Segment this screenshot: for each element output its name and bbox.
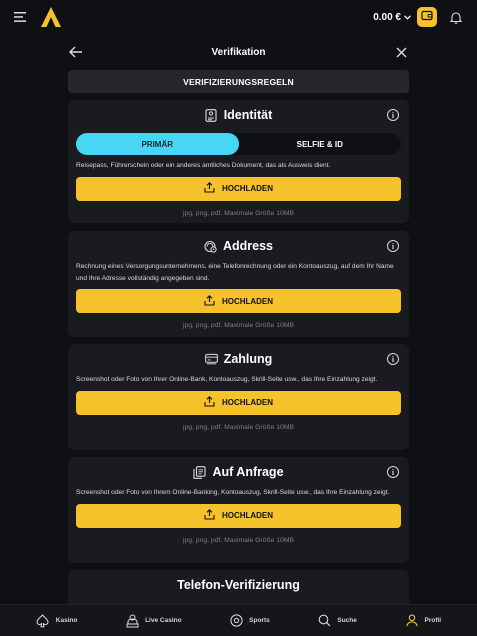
id-document-icon <box>205 108 218 122</box>
upload-button[interactable]: HOCHLADEN <box>76 176 401 201</box>
nav-item-kasino[interactable]: Kasino <box>36 613 78 628</box>
payment-title: Zahlung <box>223 352 273 366</box>
nav-item-profil[interactable]: Profil <box>405 614 442 628</box>
user-icon <box>405 614 419 628</box>
address-card: Address i Rechnung eines Versorgungsunte… <box>68 231 409 337</box>
soccer-ball-icon <box>229 614 243 628</box>
nav-label-live-casino: Live Casino <box>145 617 182 624</box>
bottom-navigation: Kasino Live Casino Sports Suche Profil <box>0 604 477 636</box>
documents-icon <box>193 465 207 479</box>
modal-header: Verifikation <box>60 38 417 66</box>
upload-label: HOCHLADEN <box>221 398 274 407</box>
chevron-down-icon <box>404 12 411 23</box>
wallet-button[interactable] <box>417 7 437 27</box>
identity-title: Identität <box>223 108 273 122</box>
dealer-icon <box>125 614 139 628</box>
upload-label: HOCHLADEN <box>221 511 274 520</box>
close-icon[interactable] <box>393 44 409 60</box>
document-type-tabs: PRIMÄR SELFIE & ID <box>76 133 401 155</box>
upload-icon <box>204 182 215 195</box>
search-icon <box>317 614 331 628</box>
on-request-title: Auf Anfrage <box>212 465 284 479</box>
upload-icon <box>204 294 215 308</box>
menu-icon[interactable] <box>12 8 30 26</box>
nav-item-sports[interactable]: Sports <box>229 614 270 628</box>
balance-display[interactable]: 0.00 € <box>373 12 411 23</box>
identity-card: Identität i PRIMÄR SELFIE & ID Reisepass… <box>68 100 409 223</box>
payment-description: Screenshot oder Foto von Ihrer Online-Ba… <box>76 376 378 383</box>
info-icon[interactable]: i <box>387 466 399 478</box>
info-icon[interactable]: i <box>387 353 399 365</box>
upload-icon <box>204 509 215 522</box>
address-icon <box>204 240 217 253</box>
nav-label-profil: Profil <box>424 617 442 624</box>
logo[interactable] <box>40 6 62 28</box>
wallet-icon <box>421 8 433 26</box>
spade-icon <box>36 613 50 628</box>
file-formats-hint: jpg, png, pdf. Maximale Größe 10MB <box>182 536 295 544</box>
verification-rules-label: VERIFIZIERUNGSREGELN <box>183 76 294 87</box>
file-formats-hint: jpg, png, pdf. Maximale Größe 10MB <box>182 322 295 329</box>
address-description: Rechnung eines Versorgungsunternehmens, … <box>76 263 394 282</box>
balance-amount: 0.00 € <box>373 11 401 23</box>
payment-card: Zahlung i Screenshot oder Foto von Ihrer… <box>68 344 409 450</box>
nav-item-live-casino[interactable]: Live Casino <box>125 614 182 628</box>
on-request-card: Auf Anfrage i Screenshot oder Foto von I… <box>68 457 409 563</box>
page-title: Verifikation <box>211 46 266 58</box>
nav-label-kasino: Kasino <box>55 617 78 624</box>
arrow-left-icon[interactable] <box>68 44 84 60</box>
upload-label: HOCHLADEN <box>221 296 274 306</box>
top-bar: 0.00 € <box>0 0 477 34</box>
nav-item-suche[interactable]: Suche <box>317 614 357 628</box>
tab-selfie-id[interactable]: SELFIE & ID <box>239 133 402 155</box>
nav-label-suche: Suche <box>337 617 357 624</box>
bell-icon[interactable] <box>447 8 465 26</box>
address-title: Address <box>222 239 274 253</box>
info-icon[interactable]: i <box>387 109 399 121</box>
file-formats-hint: jpg, png, pdf. Maximale Größe 10MB <box>182 209 295 217</box>
identity-description: Reisepass, Führerschein oder ein anderes… <box>76 162 331 169</box>
tab-primary[interactable]: PRIMÄR <box>76 133 239 155</box>
upload-button[interactable]: HOCHLADEN <box>76 390 401 415</box>
file-formats-hint: jpg, png, pdf. Maximale Größe 10MB <box>182 423 295 431</box>
on-request-description: Screenshot oder Foto von Ihrem Online-Ba… <box>76 489 390 496</box>
upload-label: HOCHLADEN <box>221 184 274 193</box>
verification-rules-button[interactable]: VERIFIZIERUNGSREGELN <box>68 70 409 93</box>
upload-icon <box>204 396 215 409</box>
upload-button[interactable]: HOCHLADEN <box>76 289 401 313</box>
upload-button[interactable]: HOCHLADEN <box>76 503 401 528</box>
payment-icon <box>204 353 218 366</box>
info-icon[interactable]: i <box>387 240 399 252</box>
phone-verification-card: Telefon-Verifizierung <box>68 570 409 604</box>
phone-verification-title: Telefon-Verifizierung <box>177 578 300 592</box>
nav-label-sports: Sports <box>249 617 270 624</box>
